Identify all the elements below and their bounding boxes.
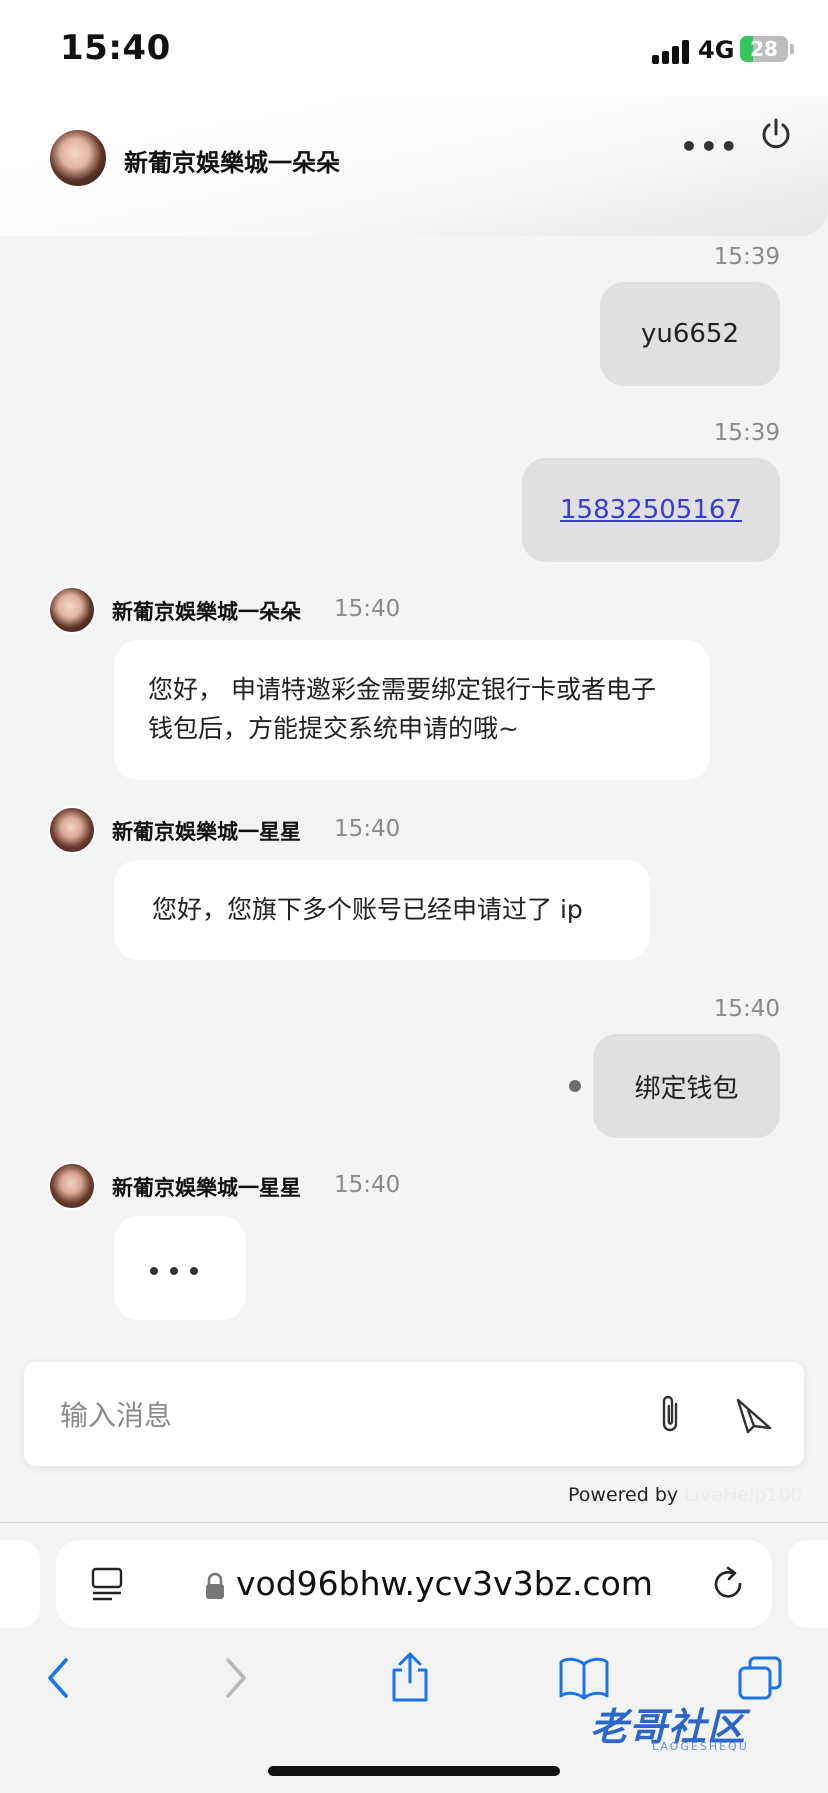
- message-time: 15:40: [334, 816, 401, 842]
- reader-icon[interactable]: [90, 1566, 124, 1602]
- message-time: 15:40: [334, 596, 401, 622]
- prev-tab-pill[interactable]: [0, 1540, 40, 1628]
- phone-link[interactable]: 15832505167: [560, 495, 742, 525]
- share-icon[interactable]: [388, 1650, 432, 1704]
- message-text: yu6652: [640, 319, 740, 349]
- reload-icon[interactable]: [710, 1566, 746, 1602]
- message-composer: [24, 1362, 804, 1466]
- lock-icon: [206, 1572, 224, 1599]
- ellipsis-icon[interactable]: •••: [680, 130, 740, 163]
- battery-tip: [790, 44, 794, 54]
- sender-name: 新葡京娛樂城一朵朵: [112, 600, 301, 624]
- tabs-icon[interactable]: [736, 1654, 784, 1702]
- message-time: 15:39: [713, 244, 780, 270]
- home-indicator: [268, 1766, 560, 1776]
- incoming-message[interactable]: 您好， 申请特邀彩金需要绑定银行卡或者电子钱包后，方能提交系统申请的哦~: [114, 640, 710, 780]
- powered-by-brand[interactable]: LiveHelp100: [684, 1484, 802, 1506]
- agent-avatar: [48, 586, 96, 634]
- message-text: 您好， 申请特邀彩金需要绑定银行卡或者电子钱包后，方能提交系统申请的哦~: [148, 675, 656, 743]
- message-text: 您好，您旗下多个账号已经申请过了 ip: [152, 895, 583, 924]
- agent-avatar: [48, 806, 96, 854]
- back-icon[interactable]: [42, 1656, 74, 1700]
- chat-title: 新葡京娛樂城一朵朵: [124, 149, 340, 177]
- outgoing-message[interactable]: 绑定钱包: [593, 1034, 780, 1138]
- status-time: 15:40: [60, 28, 171, 68]
- url-text[interactable]: vod96bhw.ycv3v3bz.com: [236, 1564, 653, 1603]
- battery-icon: 28: [740, 36, 788, 62]
- status-bar: 15:40 4G 28: [0, 0, 828, 96]
- watermark-sub: LAOGESHEQU: [652, 1740, 749, 1753]
- powered-by-label: Powered by: [568, 1484, 679, 1506]
- typing-indicator: [114, 1216, 246, 1320]
- outgoing-message[interactable]: yu6652: [600, 282, 780, 386]
- paperclip-icon[interactable]: [656, 1392, 686, 1436]
- sender-name: 新葡京娛樂城一星星: [112, 1176, 301, 1200]
- network-label: 4G: [698, 36, 735, 64]
- send-icon[interactable]: [734, 1396, 774, 1434]
- incoming-message[interactable]: 您好，您旗下多个账号已经申请过了 ip: [114, 860, 650, 960]
- bookmarks-icon[interactable]: [558, 1656, 610, 1700]
- power-icon[interactable]: [758, 116, 794, 152]
- next-tab-pill[interactable]: [788, 1540, 828, 1628]
- outgoing-message[interactable]: 15832505167: [522, 458, 780, 562]
- message-input[interactable]: [58, 1392, 622, 1438]
- agent-avatar: [48, 128, 108, 188]
- forward-icon[interactable]: [220, 1656, 252, 1700]
- message-time: 15:39: [713, 420, 780, 446]
- message-time: 15:40: [334, 1172, 401, 1198]
- message-time: 15:40: [713, 996, 780, 1022]
- sending-indicator: [569, 1080, 581, 1092]
- powered-by: Powered by LiveHelp100: [568, 1484, 803, 1506]
- battery-level: 28: [750, 37, 778, 61]
- signal-icon: [652, 40, 692, 64]
- agent-avatar: [48, 1162, 96, 1210]
- message-text: 绑定钱包: [634, 1073, 739, 1104]
- sender-name: 新葡京娛樂城一星星: [112, 820, 301, 844]
